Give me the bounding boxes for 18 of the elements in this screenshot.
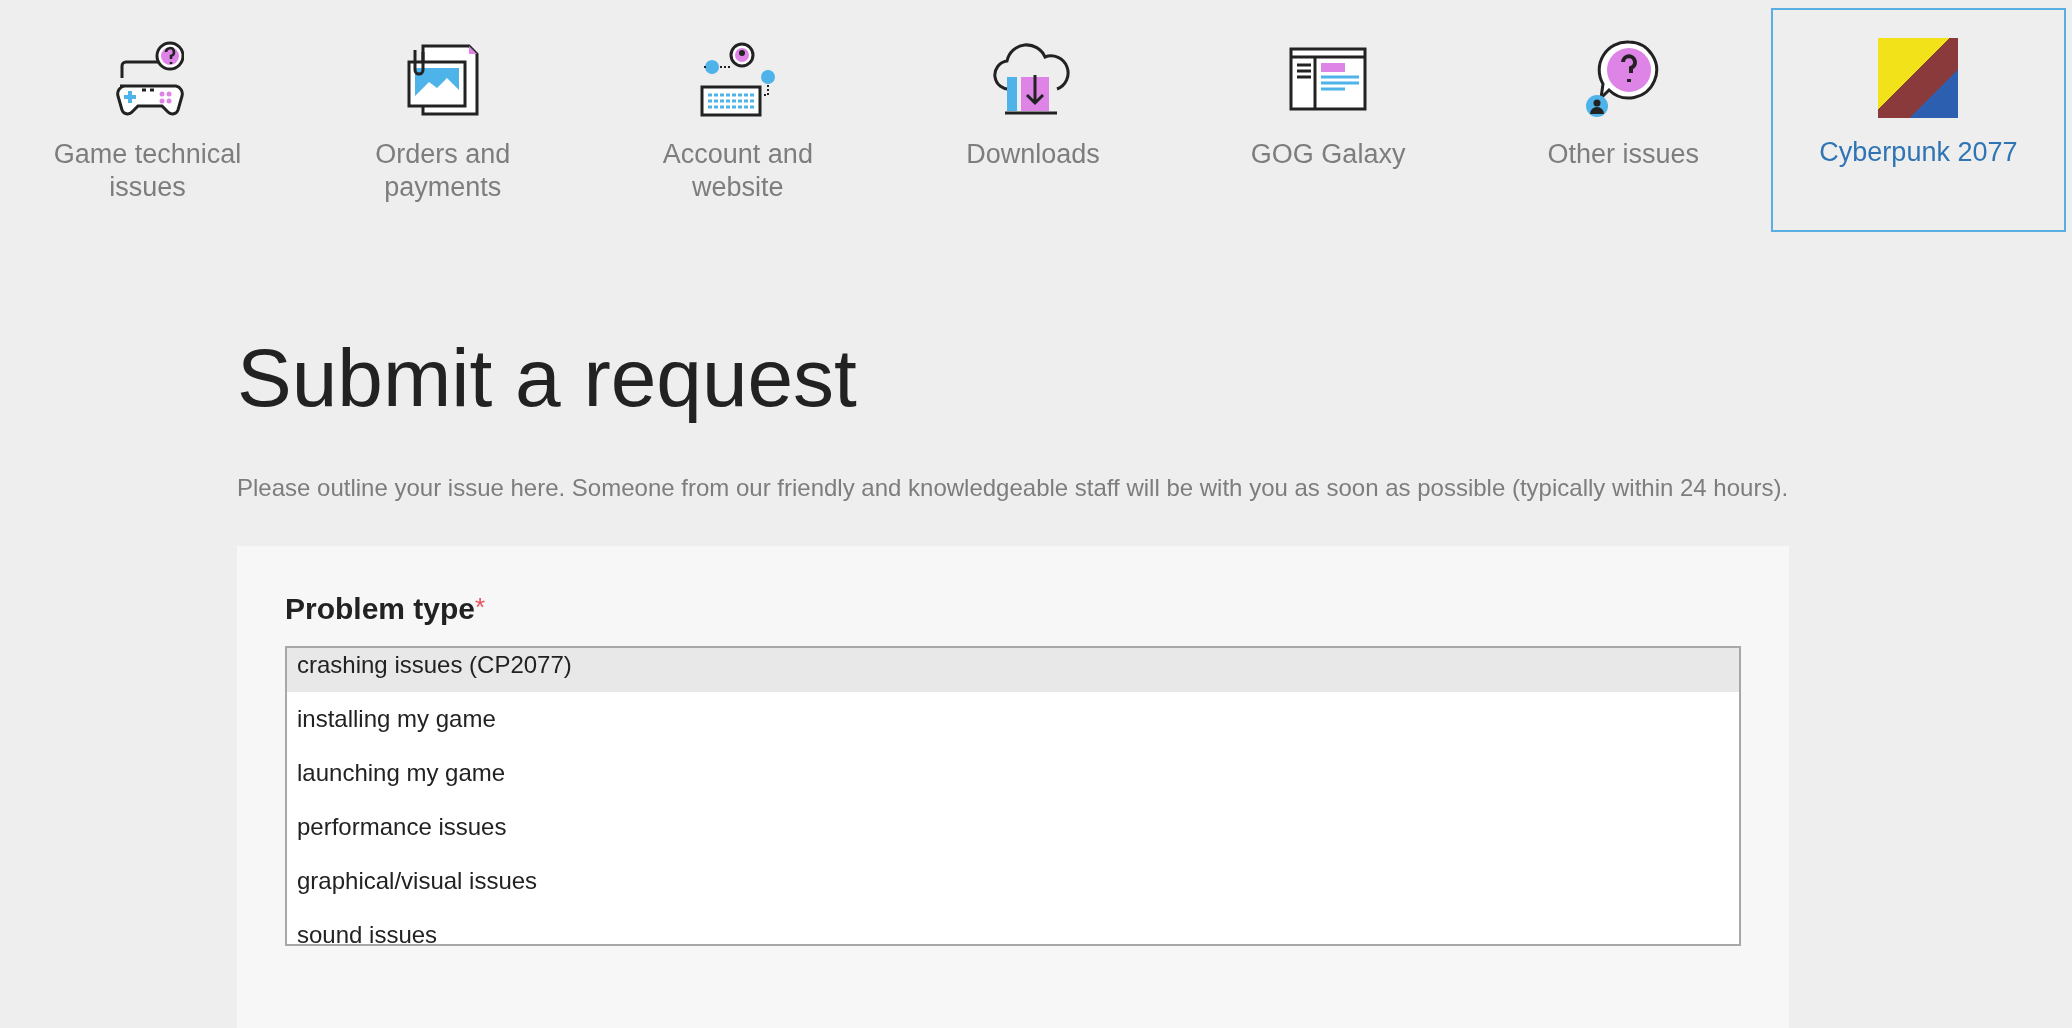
category-tile[interactable]: Account and website	[590, 8, 886, 232]
page-heading: Submit a request	[237, 331, 858, 425]
category-tile[interactable]: GOG Galaxy	[1180, 8, 1476, 232]
intro-text: Please outline your issue here. Someone from our friendly and knowledgeable staff will be with you as soon as possible (typically within 24 hours).	[237, 473, 1789, 503]
category-tile[interactable]: Cyberpunk 2077	[1770, 8, 2066, 232]
problem-type-option[interactable]: sound issues	[287, 908, 1739, 944]
problem-type-option[interactable]: crashing issues (CP2077)	[287, 648, 1739, 692]
problem-type-listbox[interactable]: crashing issues (CP2077) installing my game launching my game performance issues graphical/visual issues sound issues	[285, 646, 1741, 946]
problem-type-option[interactable]: graphical/visual issues	[287, 854, 1739, 908]
problem-type-option[interactable]: performance issues	[287, 800, 1739, 854]
required-mark: *	[475, 592, 486, 622]
category-tile[interactable]: Game technical issues	[0, 8, 296, 232]
category-tile[interactable]: Downloads	[885, 8, 1181, 232]
problem-type-option[interactable]: launching my game	[287, 746, 1739, 800]
problem-type-option[interactable]: installing my game	[287, 692, 1739, 746]
category-tile[interactable]: Other issues	[1475, 8, 1771, 232]
category-tile[interactable]: Orders and payments	[295, 8, 591, 232]
field-label: Problem type	[285, 592, 476, 626]
